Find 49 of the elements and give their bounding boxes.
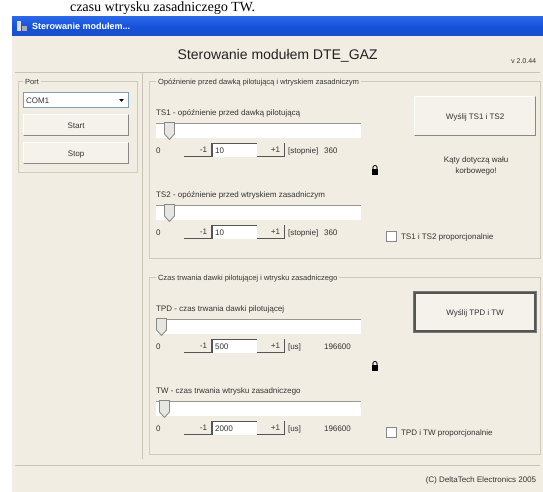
slider-label: TS2 - opóźnienie przed wtryskiem zasadniczym: [156, 189, 326, 199]
slider-track[interactable]: [156, 401, 361, 416]
checkbox-label: TS1 i TS2 proporcjonalnie: [401, 232, 494, 241]
slider-track[interactable]: [156, 319, 361, 334]
app-icon: [16, 20, 28, 32]
unit-label: [stopnie]: [288, 146, 320, 154]
unit-label: [stopnie]: [288, 228, 320, 236]
unit-label: [us]: [288, 424, 302, 432]
port-button[interactable]: Stop: [23, 142, 129, 164]
send-button[interactable]: Wyślij TPD i TW: [414, 292, 536, 332]
max-value: 360: [324, 146, 338, 154]
slider-thumb[interactable]: [164, 122, 174, 140]
value-field[interactable]: 2000: [212, 421, 257, 435]
app-heading: Sterowanie modułem DTE_GAZ: [178, 46, 378, 62]
slider-thumb[interactable]: [158, 400, 170, 418]
lock-icon[interactable]: [371, 165, 379, 175]
lock-icon[interactable]: [371, 361, 379, 371]
port-button[interactable]: Start: [23, 114, 129, 136]
max-value: 196600: [324, 424, 351, 432]
copyright-text: (C) DeltaTech Electronics 2005: [426, 474, 536, 484]
value-field[interactable]: 500: [212, 339, 257, 353]
slider-label: TS1 - opóźnienie przed dawką pilotującą: [156, 107, 302, 117]
value-field[interactable]: 10: [212, 225, 257, 239]
caption-text: czasu wtrysku zasadniczego TW.: [69, 0, 256, 16]
window-title: Sterowanie modułem...: [32, 21, 130, 31]
slider-track[interactable]: [156, 205, 361, 220]
min-value: 0: [156, 342, 162, 350]
checkbox-label: TPD i TW proporcjonalnie: [401, 428, 492, 437]
increment-button[interactable]: +1: [257, 339, 285, 353]
max-value: 360: [324, 228, 338, 236]
slider-thumb[interactable]: [156, 318, 167, 336]
min-value: 0: [156, 424, 162, 432]
checkbox[interactable]: [386, 427, 397, 438]
value-field[interactable]: 10: [212, 143, 257, 157]
increment-button[interactable]: +1: [257, 143, 285, 157]
min-value: 0: [156, 146, 162, 154]
slider-label: TW - czas trwania wtrysku zasadniczego: [156, 385, 302, 395]
slider-thumb[interactable]: [164, 204, 174, 222]
slider-track[interactable]: [156, 123, 361, 138]
checkbox[interactable]: [386, 231, 397, 242]
increment-button[interactable]: +1: [257, 225, 285, 239]
slider-label: TPD - czas trwania dawki pilotującej: [156, 303, 286, 313]
max-value: 196600: [324, 342, 351, 350]
port-dropdown[interactable]: COM1: [23, 92, 129, 108]
note-text: Kąty dotyczą wału korbowego!: [442, 154, 510, 177]
increment-button[interactable]: +1: [257, 421, 285, 435]
send-button[interactable]: Wyślij TS1 i TS2: [414, 96, 536, 136]
unit-label: [us]: [288, 342, 302, 350]
min-value: 0: [156, 228, 162, 236]
